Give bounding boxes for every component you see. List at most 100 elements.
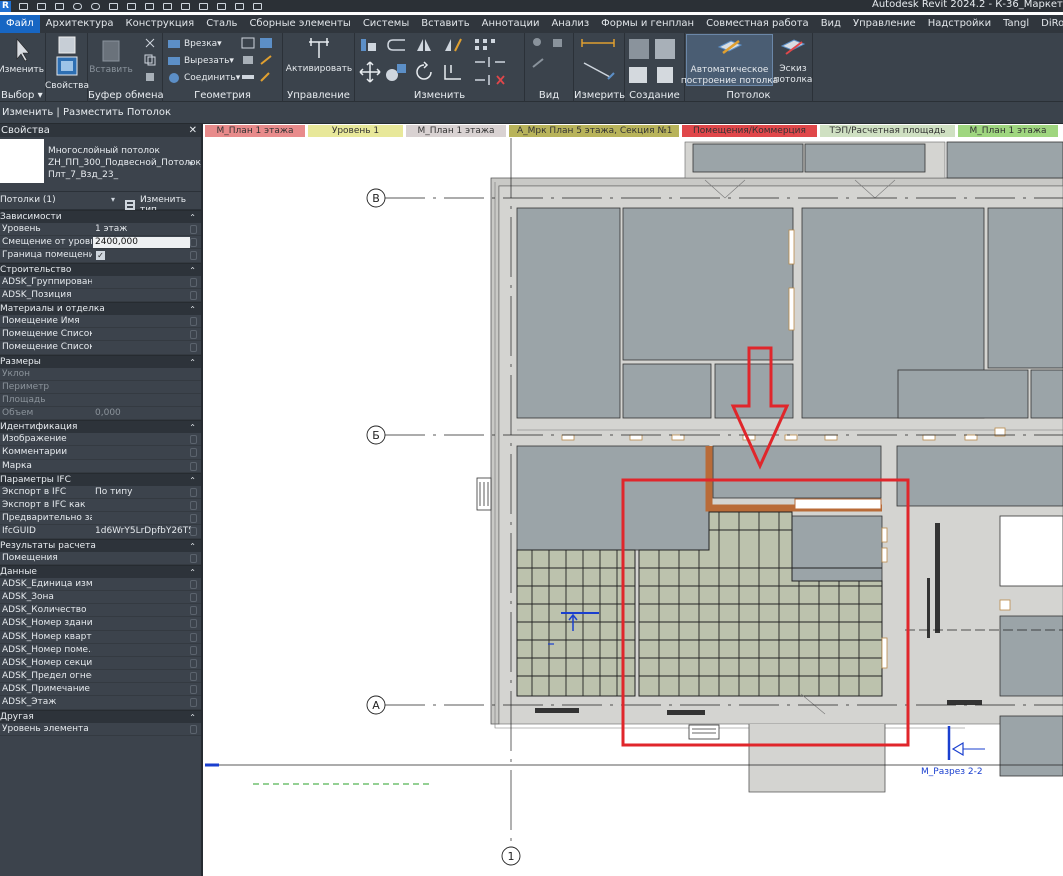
ribbon-tab[interactable]: Вставить — [415, 15, 475, 33]
property-row[interactable]: ADSK_Примечание — [0, 683, 201, 697]
associate-parameter-button[interactable] — [190, 225, 197, 234]
property-group-header[interactable]: Другая ⌃ — [0, 709, 201, 723]
property-group-header[interactable]: Размеры ⌃ — [0, 354, 201, 368]
associate-parameter-button[interactable] — [190, 316, 197, 326]
associate-parameter-button[interactable] — [190, 343, 197, 353]
offset-icon[interactable] — [385, 37, 410, 53]
property-group-header[interactable]: Данные ⌃ — [0, 564, 201, 578]
property-row[interactable]: ADSK_Группирование — [0, 276, 201, 289]
associate-parameter-button[interactable] — [190, 672, 197, 682]
associate-parameter-button[interactable] — [190, 448, 197, 458]
linework-icon[interactable] — [531, 57, 548, 69]
property-row[interactable]: Площадь — [0, 394, 201, 408]
associate-parameter-button[interactable] — [190, 685, 197, 695]
revit-logo[interactable]: R — [0, 0, 11, 12]
dimension-icon[interactable] — [143, 1, 157, 11]
properties-button[interactable]: Свойства — [45, 35, 89, 92]
assembly-icon[interactable] — [627, 37, 654, 61]
rotate-icon[interactable] — [413, 61, 438, 83]
mirror-axis-icon[interactable] — [413, 37, 438, 53]
property-row[interactable]: Помещение Список... — [0, 341, 201, 355]
instance-filter[interactable]: Потолки (1) — [0, 195, 56, 205]
sync-icon[interactable] — [53, 1, 67, 11]
group-icon[interactable] — [627, 63, 654, 87]
copy-element-icon[interactable] — [385, 61, 412, 83]
associate-parameter-button[interactable] — [190, 290, 197, 300]
join-button[interactable]: Соединить ▾ — [167, 72, 240, 84]
property-row[interactable]: Уровень элемента — [0, 723, 201, 736]
property-group-header[interactable]: Параметры IFC ⌃ — [0, 472, 201, 486]
property-row[interactable]: ADSK_Номер поме... — [0, 644, 201, 657]
property-group-header[interactable]: Строительство ⌃ — [0, 262, 201, 276]
associate-parameter-button[interactable] — [190, 238, 197, 248]
chevron-down-icon[interactable]: ▾ — [189, 159, 193, 168]
property-value[interactable]: 2400,000 — [93, 237, 190, 249]
ribbon-tab[interactable]: Управление — [847, 15, 922, 33]
array-icon[interactable] — [473, 37, 506, 51]
view-tab[interactable]: А_Мрк План 5 этажа, Секция №1 — [509, 125, 679, 137]
redo-icon[interactable] — [89, 1, 103, 11]
property-group-header[interactable]: Зависимости ⌃ — [0, 210, 201, 223]
cut-geometry-button[interactable]: Вырезать ▾ — [167, 55, 234, 67]
property-row[interactable]: ADSK_Номер кварти... — [0, 631, 201, 644]
property-row[interactable]: ADSK_Этаж — [0, 696, 201, 710]
beam-join-icon[interactable] — [241, 71, 258, 83]
property-value[interactable]: 1d6WrY5LrDpfbY26T5S... — [95, 525, 191, 538]
property-row[interactable]: Помещение Список... — [0, 328, 201, 342]
ribbon-tab[interactable]: Файл — [0, 15, 40, 33]
view-tab[interactable]: М_План 1 этажа — [406, 125, 506, 137]
override-icon[interactable] — [531, 37, 548, 49]
ribbon-tab[interactable]: Анализ — [545, 15, 595, 33]
property-row[interactable]: ADSK_Номер здания — [0, 617, 201, 631]
3d-view-icon[interactable] — [197, 1, 211, 11]
auto-ceiling-button[interactable]: Автоматическое построение потолка — [681, 34, 778, 86]
align-icon[interactable] — [359, 37, 380, 53]
similar-icon[interactable] — [653, 63, 680, 87]
trim-icon[interactable] — [441, 61, 468, 83]
associate-parameter-button[interactable] — [190, 435, 197, 445]
ribbon-tab[interactable]: Архитектура — [40, 15, 120, 33]
wall-join-icon[interactable] — [241, 37, 258, 49]
sketch-ceiling-button[interactable]: Эскиз потолка — [774, 34, 812, 86]
ribbon-tab[interactable]: Сборные элементы — [243, 15, 356, 33]
chevron-down-icon[interactable]: ▾ — [111, 195, 115, 204]
property-row[interactable]: ADSK_Номер секции — [0, 657, 201, 671]
associate-parameter-button[interactable] — [190, 606, 197, 616]
ribbon-tab[interactable]: Сталь — [200, 15, 243, 33]
property-group-header[interactable]: Идентификация ⌃ — [0, 420, 201, 434]
property-row[interactable]: Уклон — [0, 368, 201, 381]
associate-parameter-button[interactable] — [190, 724, 197, 734]
ribbon-tab[interactable]: Конструкция — [119, 15, 200, 33]
view-tab[interactable]: Уровень 1 — [308, 125, 403, 137]
property-value[interactable]: 0,000 — [95, 407, 191, 420]
property-row[interactable]: Помещение Имя — [0, 315, 201, 329]
property-row[interactable]: ADSK_Единица изме... — [0, 578, 201, 591]
associate-parameter-button[interactable] — [190, 632, 197, 642]
activate-button[interactable]: Активировать — [286, 36, 352, 75]
associate-parameter-button[interactable] — [190, 527, 197, 537]
property-row[interactable]: Уровень 1 этаж — [0, 223, 201, 237]
paste-button[interactable]: Вставить — [89, 37, 133, 76]
ribbon-tab[interactable]: Формы и генплан — [595, 15, 700, 33]
property-value[interactable]: 1 этаж — [95, 223, 191, 236]
open-icon[interactable] — [17, 1, 31, 11]
view-tab[interactable]: М_План 1 этажа — [205, 125, 305, 137]
hammer-icon[interactable] — [259, 71, 276, 83]
property-row[interactable]: IfcGUID 1d6WrY5LrDpfbY26T5S... — [0, 525, 201, 539]
associate-parameter-button[interactable] — [190, 553, 197, 563]
undo-icon[interactable] — [71, 1, 85, 11]
property-row[interactable]: Периметр — [0, 381, 201, 394]
property-row[interactable]: ADSK_Позиция — [0, 289, 201, 302]
ribbon-tab[interactable]: Аннотации — [476, 15, 546, 33]
measure-icon[interactable] — [125, 1, 139, 11]
property-row[interactable]: Предварительно зад... — [0, 512, 201, 526]
parts-icon[interactable] — [653, 37, 680, 61]
view-tab[interactable]: М_План 1 этажа — [958, 125, 1058, 137]
associate-parameter-button[interactable] — [190, 698, 197, 708]
associate-parameter-button[interactable] — [190, 487, 197, 497]
mirror-draw-icon[interactable] — [441, 37, 466, 53]
select-panel-label[interactable]: Выбор ▾ — [0, 90, 45, 101]
split-icon[interactable] — [473, 55, 510, 69]
close-icon[interactable]: ✕ — [189, 124, 197, 137]
cope-button[interactable]: Врезка ▾ — [167, 38, 222, 50]
